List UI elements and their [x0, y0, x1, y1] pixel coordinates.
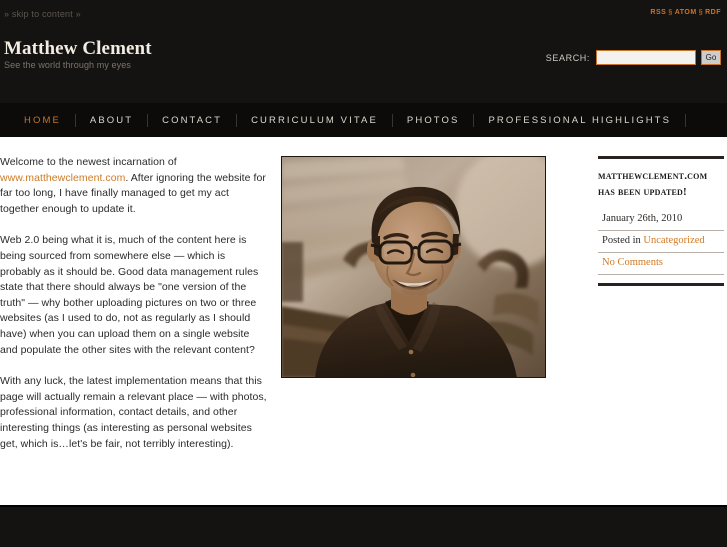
post-paragraph-1: Welcome to the newest incarnation of www…	[0, 155, 268, 217]
search-form: SEARCH: Go	[546, 50, 721, 65]
paragraph-1-text-before-link: Welcome to the newest incarnation of	[0, 156, 177, 168]
post-body: Welcome to the newest incarnation of www…	[0, 155, 268, 468]
nav-link-about[interactable]: ABOUT	[76, 115, 147, 126]
portrait-photo	[281, 156, 546, 378]
primary-navigation: HOME ABOUT CONTACT CURRICULUM VITAE PHOT…	[0, 103, 727, 137]
feed-separator-icon: §	[698, 9, 704, 16]
widget-title-link[interactable]: matthewclement.com has been updated!	[598, 170, 707, 198]
rdf-feed-link[interactable]: RDF	[705, 9, 721, 16]
search-input[interactable]	[596, 50, 696, 65]
footer	[0, 505, 727, 547]
nav-item-about[interactable]: ABOUT	[76, 115, 147, 126]
page-root: » skip to content » RSS § ATOM § RDF Matthew…	[0, 0, 727, 547]
nav-item-contact[interactable]: CONTACT	[148, 115, 236, 126]
widget-title: matthewclement.com has been updated!	[598, 168, 724, 200]
nav-item-home[interactable]: HOME	[10, 115, 75, 126]
nav-item-photos[interactable]: PHOTOS	[393, 115, 474, 126]
masthead: Matthew Clement See the world through my…	[0, 31, 727, 103]
nav-link-photos[interactable]: PHOTOS	[393, 115, 474, 126]
skip-to-content-link[interactable]: » skip to content »	[4, 9, 81, 19]
nav-list: HOME ABOUT CONTACT CURRICULUM VITAE PHOT…	[0, 113, 687, 127]
top-utility-bar: » skip to content » RSS § ATOM § RDF	[0, 0, 727, 31]
feed-separator-icon: §	[668, 9, 673, 16]
feed-links: RSS § ATOM § RDF	[650, 9, 721, 16]
main-content: Welcome to the newest incarnation of www…	[0, 137, 727, 505]
atom-feed-link[interactable]: ATOM	[675, 9, 697, 16]
nav-link-home[interactable]: HOME	[10, 115, 75, 126]
nav-link-curriculum-vitae[interactable]: CURRICULUM VITAE	[237, 115, 392, 126]
post-comments-row: No Comments	[598, 253, 724, 275]
post-paragraph-2: Web 2.0 being what it is, much of the co…	[0, 234, 259, 356]
post-paragraph-3: With any luck, the latest implementation…	[0, 375, 267, 450]
nav-link-professional-highlights[interactable]: PROFESSIONAL HIGHLIGHTS	[474, 115, 685, 126]
recent-post-widget: matthewclement.com has been updated! Jan…	[598, 156, 724, 286]
category-link[interactable]: Uncategorized	[643, 235, 704, 246]
post-photo-container	[281, 156, 546, 378]
comments-link[interactable]: No Comments	[602, 257, 663, 268]
sidebar: matthewclement.com has been updated! Jan…	[598, 156, 724, 286]
search-submit-button[interactable]: Go	[701, 50, 721, 65]
nav-item-curriculum-vitae[interactable]: CURRICULUM VITAE	[237, 115, 392, 126]
posted-in-label: Posted in	[602, 235, 644, 246]
rss-feed-link[interactable]: RSS	[650, 9, 666, 16]
post-category-row: Posted in Uncategorized	[598, 231, 724, 253]
post-date: January 26th, 2010	[598, 209, 724, 231]
site-tagline: See the world through my eyes	[4, 60, 131, 70]
nav-divider	[685, 113, 687, 127]
search-label: SEARCH:	[545, 52, 590, 63]
nav-link-contact[interactable]: CONTACT	[148, 115, 236, 126]
site-title[interactable]: Matthew Clement	[4, 38, 152, 60]
nav-item-professional-highlights[interactable]: PROFESSIONAL HIGHLIGHTS	[474, 115, 685, 126]
website-link[interactable]: www.matthewclement.com	[0, 172, 125, 184]
